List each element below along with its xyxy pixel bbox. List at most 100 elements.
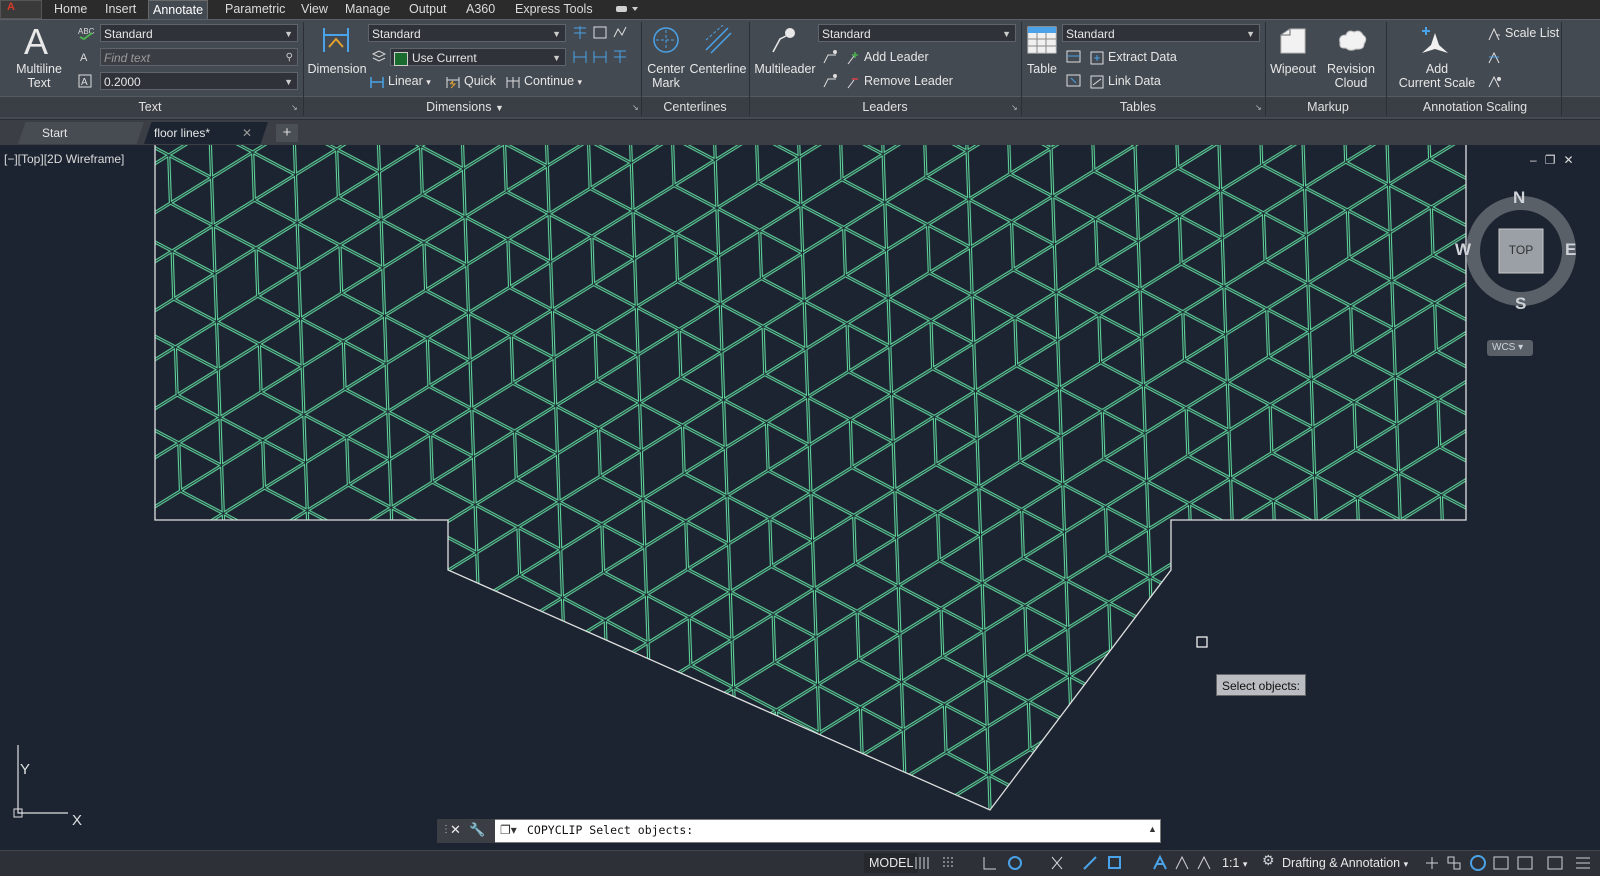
revision-cloud-button[interactable]: Revision Cloud [1320,62,1382,90]
centerlines-panel-title[interactable]: Centerlines [650,99,740,115]
center-mark-button[interactable]: Center Mark [642,62,690,90]
model-space-button[interactable]: MODEL [864,853,919,873]
add-current-scale-button[interactable]: Add Current Scale [1392,62,1482,90]
dimension-button[interactable]: Dimension [306,62,368,76]
centerline-button[interactable]: Centerline [688,62,748,76]
add-leader-button[interactable]: Add Leader [846,48,929,66]
dimensions-panel-launcher-icon[interactable]: ↘ [632,103,639,112]
polar-icon [1008,856,1022,870]
text-panel-launcher-icon[interactable]: ↘ [291,103,298,112]
restore-icon[interactable]: ❐ [1545,153,1564,167]
tab-annotate[interactable]: Annotate [148,0,209,20]
floor-pattern-drawing[interactable] [0,145,1600,845]
table-download-icon[interactable] [1066,73,1082,92]
isolate-objects-icon [1517,856,1533,870]
close-icon[interactable]: ✕ [1563,153,1581,167]
tab-manage[interactable]: Manage [341,0,394,19]
multileader-button[interactable]: Multileader [752,62,818,76]
tables-panel-launcher-icon[interactable]: ↘ [1255,103,1262,112]
minimize-icon[interactable]: ‒ [1530,153,1545,167]
tab-a360[interactable]: A360 [462,0,499,19]
center-mark-icon[interactable] [651,25,681,58]
tables-panel-title[interactable]: Tables [1100,99,1176,115]
autoscale-icon [1175,855,1189,870]
annotation-scaling-panel-title[interactable]: Annotation Scaling [1400,99,1550,115]
wcs-menu[interactable]: WCS ▾ [1487,340,1533,356]
customize-wrench-icon[interactable]: 🔧 [469,822,485,838]
workspace-gear-icon[interactable]: ⚙ [1262,852,1275,869]
tab-home[interactable]: Home [50,0,91,19]
status-right-icons[interactable] [1424,853,1600,876]
dimension-layer-dropdown[interactable]: Use Current ▼ [390,48,566,66]
new-tab-button[interactable]: + [276,124,298,142]
drawing-canvas[interactable] [0,145,1600,845]
viewport-window-controls[interactable]: ‒❐✕ [1530,153,1582,167]
leaders-panel-title[interactable]: Leaders [845,99,925,115]
viewcube[interactable]: N S E W TOP [1455,188,1580,313]
multiline-text-button[interactable]: Multiline Text [8,62,70,90]
viewcube-east-label[interactable]: E [1565,240,1576,260]
tab-output[interactable]: Output [405,0,451,19]
svg-text:ABC: ABC [78,27,94,36]
table-style-dropdown[interactable]: Standard ▼ [1062,24,1260,42]
wipeout-icon[interactable] [1278,27,1308,58]
find-binoculars-icon[interactable]: ⚲ [286,49,293,67]
text-height-dropdown[interactable]: 0.2000 ▼ [100,72,298,90]
annotation-visibility-icon[interactable] [1487,75,1503,92]
text-panel-title[interactable]: Text [120,99,180,115]
viewcube-west-label[interactable]: W [1455,240,1471,260]
leader-align-icon[interactable] [822,49,838,68]
annotation-scale-dropdown[interactable]: 1:1 ▾ [1222,854,1247,872]
application-menu-button[interactable]: A [0,0,42,19]
leaders-panel-launcher-icon[interactable]: ↘ [1011,103,1018,112]
recent-commands-icon[interactable]: ❐▾ [500,823,517,837]
table-merge-icon[interactable] [1066,49,1082,68]
dimension-style-dropdown[interactable]: Standard ▼ [368,24,566,42]
command-line-controls: ⋮ ✕ 🔧 [437,819,495,843]
close-command-line-icon[interactable]: ✕ [450,822,461,838]
multileader-style-dropdown[interactable]: Standard ▼ [818,24,1016,42]
multiline-text-icon[interactable]: A [22,21,52,62]
link-data-button[interactable]: Link Data [1090,72,1161,90]
viewcube-north-label[interactable]: N [1513,188,1525,208]
table-icon[interactable] [1027,26,1057,57]
viewport-controls-label[interactable]: [−][Top][2D Wireframe] [4,152,124,166]
quick-dim-icon [446,76,460,89]
viewcube-south-label[interactable]: S [1515,294,1526,314]
extract-data-button[interactable]: Extract Data [1090,48,1177,66]
command-line-text[interactable]: COPYCLIP Select objects: [527,823,693,837]
doc-tab-start[interactable]: Start [18,122,144,144]
markup-panel-title[interactable]: Markup [1290,99,1366,115]
tab-view[interactable]: View [297,0,332,19]
ribbon-options-icon[interactable] [613,2,641,16]
tab-express-tools[interactable]: Express Tools [511,0,597,19]
scale-list-button[interactable]: Scale List [1487,24,1559,42]
dim-tools-icons-row2[interactable] [572,49,632,68]
centerline-icon[interactable] [703,24,733,58]
command-history-arrow-icon[interactable]: ▲ [1148,824,1157,834]
viewcube-top-face[interactable]: TOP [1499,243,1543,257]
workspace-switch[interactable]: Drafting & Annotation ▾ [1282,854,1408,872]
add-current-scale-icon[interactable] [1420,25,1450,60]
dimension-icon[interactable] [321,25,351,58]
dimensions-panel-title[interactable]: Dimensions ▼ [410,99,520,115]
wipeout-button[interactable]: Wipeout [1266,62,1320,76]
spell-check-icon[interactable]: ABC [78,26,95,43]
revision-cloud-icon[interactable] [1336,27,1368,56]
table-button[interactable]: Table [1022,62,1062,76]
sync-scale-positions-icon[interactable] [1487,51,1503,68]
multileader-icon[interactable] [768,25,798,58]
close-tab-icon[interactable]: ✕ [242,122,252,144]
text-style-dropdown[interactable]: Standard ▼ [100,24,298,42]
continue-dim-icon [506,76,520,88]
continue-dimension-button[interactable]: Continue ▾ [506,72,582,90]
dim-tools-icons-row1[interactable] [572,25,632,44]
remove-leader-button[interactable]: Remove Leader [846,72,953,90]
leader-collect-icon[interactable] [822,73,838,92]
find-text-input[interactable]: Find text ⚲ [100,48,298,66]
quick-dimension-button[interactable]: Quick [446,72,496,90]
tab-parametric[interactable]: Parametric [221,0,289,19]
linear-dimension-button[interactable]: Linear ▾ [370,72,431,90]
tab-insert[interactable]: Insert [101,0,140,19]
doc-tab-floor-lines[interactable]: floor lines* ✕ [144,122,268,144]
